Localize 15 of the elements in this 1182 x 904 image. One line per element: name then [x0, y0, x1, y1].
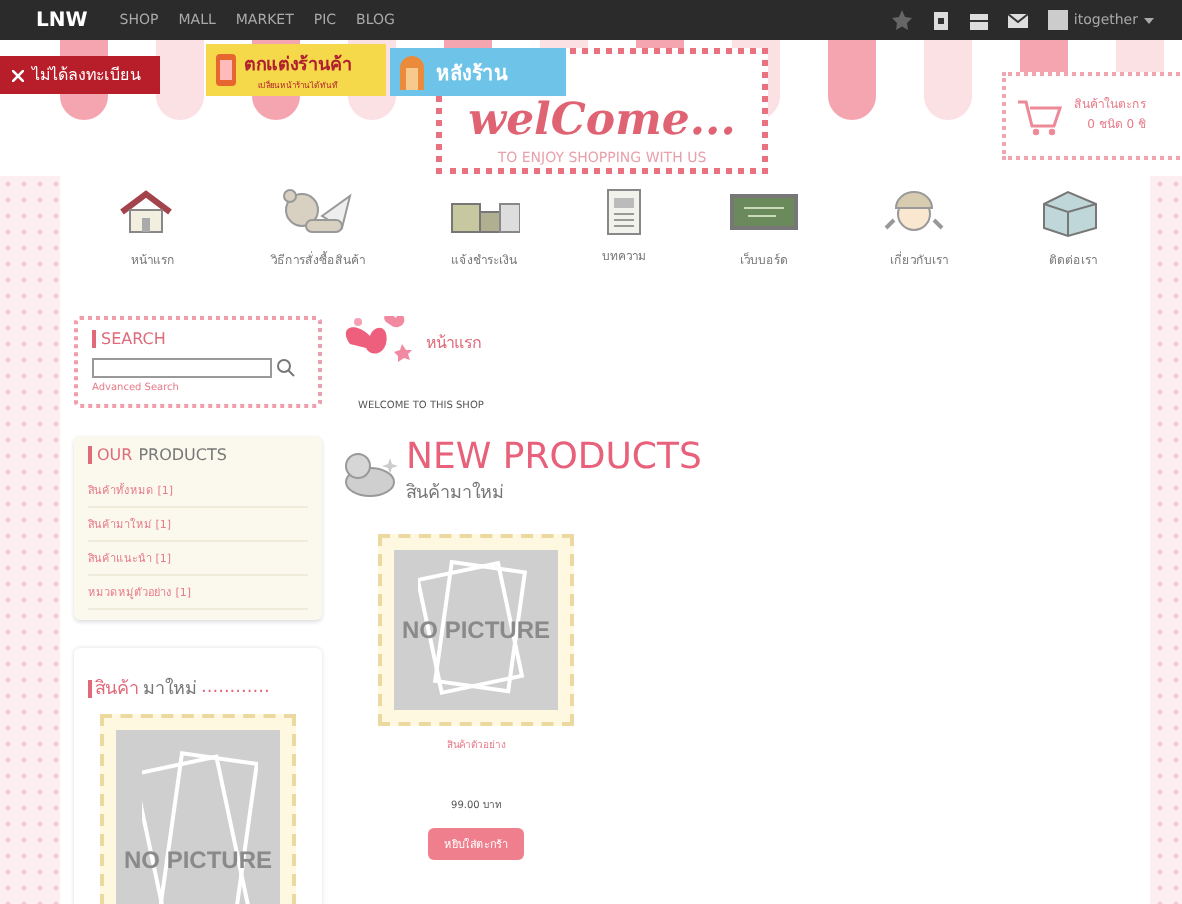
no-picture-text: NO PICTURE [123, 846, 272, 874]
panel-title-accent: สินค้า [95, 677, 139, 702]
no-picture-text: NO PICTURE [401, 616, 550, 644]
button-title: ตกแต่งร้านค้า [244, 52, 352, 77]
site-logo[interactable]: LNW [36, 9, 88, 31]
banner-title: welCome... [468, 98, 736, 142]
section-subtitle: สินค้ามาใหม่ [406, 479, 506, 506]
section-title: NEW PRODUCTS [406, 436, 702, 478]
panel-title: มาใหม่ [143, 675, 197, 702]
register-tab[interactable]: ไม่ได้ลงทะเบียน [0, 56, 160, 94]
panel-title: PRODUCTS [138, 446, 227, 464]
panel-title-accent: OUR [97, 446, 133, 464]
dotted-leader: ............ [201, 678, 270, 698]
page-heading: หน้าแรก [426, 331, 482, 355]
panel-title: SEARCH [101, 330, 166, 348]
